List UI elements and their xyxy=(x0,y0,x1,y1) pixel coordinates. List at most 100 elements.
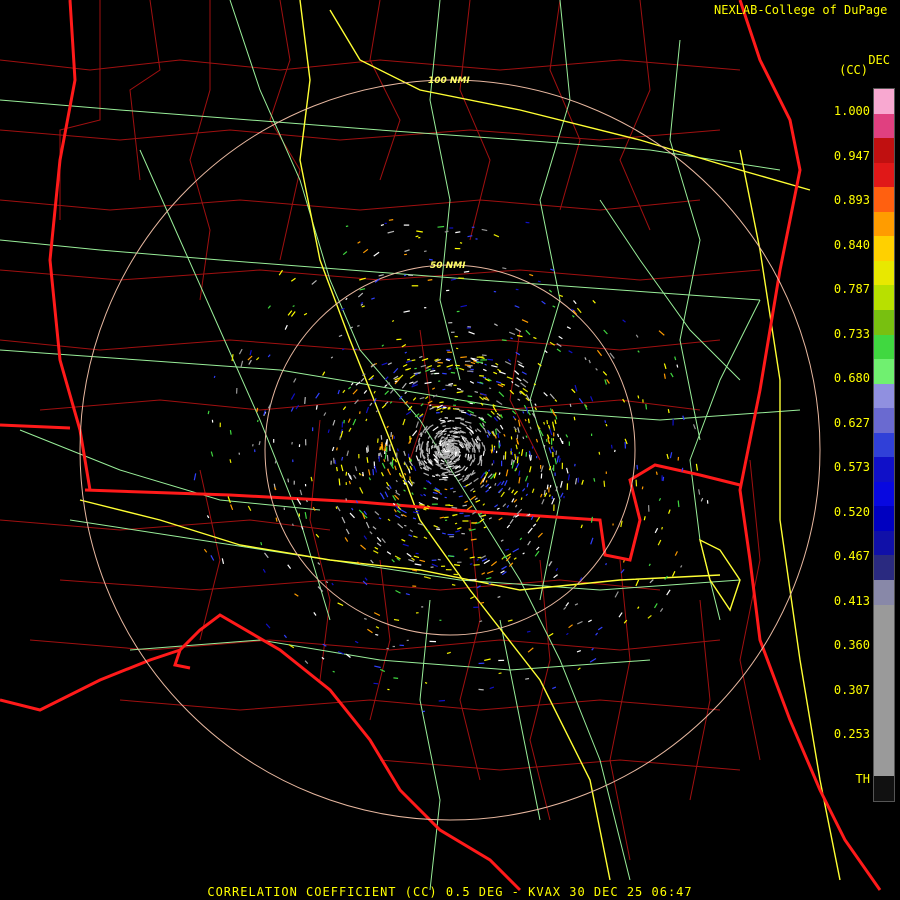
radar-echo xyxy=(429,404,432,407)
radar-echo xyxy=(438,478,446,481)
radar-echo xyxy=(516,440,519,445)
radar-echo xyxy=(442,372,447,375)
radar-echo xyxy=(498,672,502,675)
radar-echo xyxy=(543,444,546,449)
radar-echo xyxy=(450,371,456,374)
radar-echo xyxy=(471,437,474,441)
radar-echo xyxy=(436,528,441,531)
radar-echo xyxy=(450,440,456,442)
radar-echo xyxy=(291,523,294,527)
radar-echo xyxy=(380,435,383,440)
radar-echo xyxy=(213,375,216,378)
radar-echo xyxy=(404,524,407,527)
radar-echo xyxy=(423,250,427,253)
color-scale-segment xyxy=(874,678,894,704)
radar-echo xyxy=(409,476,411,479)
color-scale-tick-label: 0.947 xyxy=(833,148,870,163)
color-scale-segment xyxy=(874,702,894,728)
radar-echo xyxy=(437,365,441,367)
radar-echo xyxy=(403,274,407,277)
radar-echo xyxy=(603,480,606,487)
color-scale-tick-label: 0.520 xyxy=(833,504,870,519)
radar-echo xyxy=(451,506,458,509)
radar-echo xyxy=(406,358,410,361)
credit-text: NEXLAB-College of DuPage xyxy=(714,3,888,17)
color-scale-tick-label: 0.307 xyxy=(833,682,870,697)
color-scale-segment xyxy=(874,162,894,188)
color-scale-tick-label: 0.360 xyxy=(833,638,870,652)
color-scale-segment xyxy=(874,530,894,556)
radar-echo xyxy=(252,443,254,447)
radar-echo xyxy=(497,595,501,598)
radar-echo xyxy=(520,497,523,500)
radar-echo xyxy=(336,466,338,472)
radar-echo xyxy=(341,348,345,351)
radar-echo xyxy=(478,688,484,691)
radar-echo xyxy=(292,305,295,308)
radar-echo xyxy=(305,499,308,503)
radar-echo xyxy=(537,280,541,283)
color-scale-segment xyxy=(874,309,894,335)
radar-echo xyxy=(364,617,367,620)
radar-echo xyxy=(661,526,663,530)
color-scale-segment xyxy=(874,580,894,606)
color-scale-tick-label: 0.627 xyxy=(833,415,870,430)
color-scale-tick-label: 0.253 xyxy=(833,727,870,741)
radar-echo xyxy=(525,677,530,680)
radar-echo xyxy=(287,478,290,483)
radar-echo xyxy=(529,426,532,430)
radar-echo xyxy=(345,225,349,228)
radar-echo xyxy=(605,562,607,566)
color-scale-bar xyxy=(873,88,895,802)
color-scale-segment xyxy=(874,113,894,139)
radar-echo xyxy=(491,444,494,452)
radar-echo xyxy=(375,633,379,636)
radar-echo xyxy=(444,488,448,491)
radar-echo xyxy=(451,583,456,586)
radar-echo xyxy=(498,472,501,475)
radar-echo xyxy=(447,406,451,409)
radar-echo xyxy=(548,494,551,497)
radar-echo xyxy=(438,699,446,702)
radar-echo xyxy=(491,463,494,466)
radar-echo xyxy=(479,375,484,377)
radar-echo xyxy=(447,427,451,430)
radar-echo xyxy=(452,490,456,493)
radar-echo xyxy=(641,486,644,490)
radar-echo xyxy=(442,406,447,409)
color-scale-tick-label: 0.840 xyxy=(833,237,870,252)
radar-echo xyxy=(479,620,483,623)
radar-echo xyxy=(637,395,640,399)
color-scale-tick-label: 1.000 xyxy=(833,104,870,118)
radar-echo xyxy=(645,404,648,410)
radar-echo xyxy=(432,439,434,444)
color-scale-segment xyxy=(874,334,894,360)
radar-echo xyxy=(543,421,546,425)
radar-echo xyxy=(447,555,454,558)
radar-echo xyxy=(336,447,338,451)
radar-echo xyxy=(470,357,475,360)
color-scale-segment xyxy=(874,776,894,802)
color-scale-tick-label: TH xyxy=(855,771,870,786)
radar-echo xyxy=(256,407,259,413)
radar-echo xyxy=(460,356,467,359)
radar-echo xyxy=(667,408,670,414)
radar-echo xyxy=(677,500,680,508)
color-scale-segment xyxy=(874,138,894,164)
radar-echo xyxy=(452,467,456,470)
radar-echo xyxy=(514,469,517,472)
radar-echo xyxy=(315,405,318,410)
radar-echo xyxy=(598,451,601,455)
color-scale-tick-label: 0.787 xyxy=(833,282,870,296)
radar-echo xyxy=(459,242,463,244)
radar-echo xyxy=(426,530,430,533)
color-scale-segment xyxy=(874,359,894,385)
color-scale-segment xyxy=(874,653,894,679)
radar-echo xyxy=(333,457,335,464)
radar-echo xyxy=(442,388,446,391)
radar-echo xyxy=(386,454,389,462)
radar-echo xyxy=(516,456,519,464)
radar-echo xyxy=(455,367,459,370)
color-scale-segment xyxy=(874,481,894,507)
radar-echo xyxy=(527,418,530,424)
